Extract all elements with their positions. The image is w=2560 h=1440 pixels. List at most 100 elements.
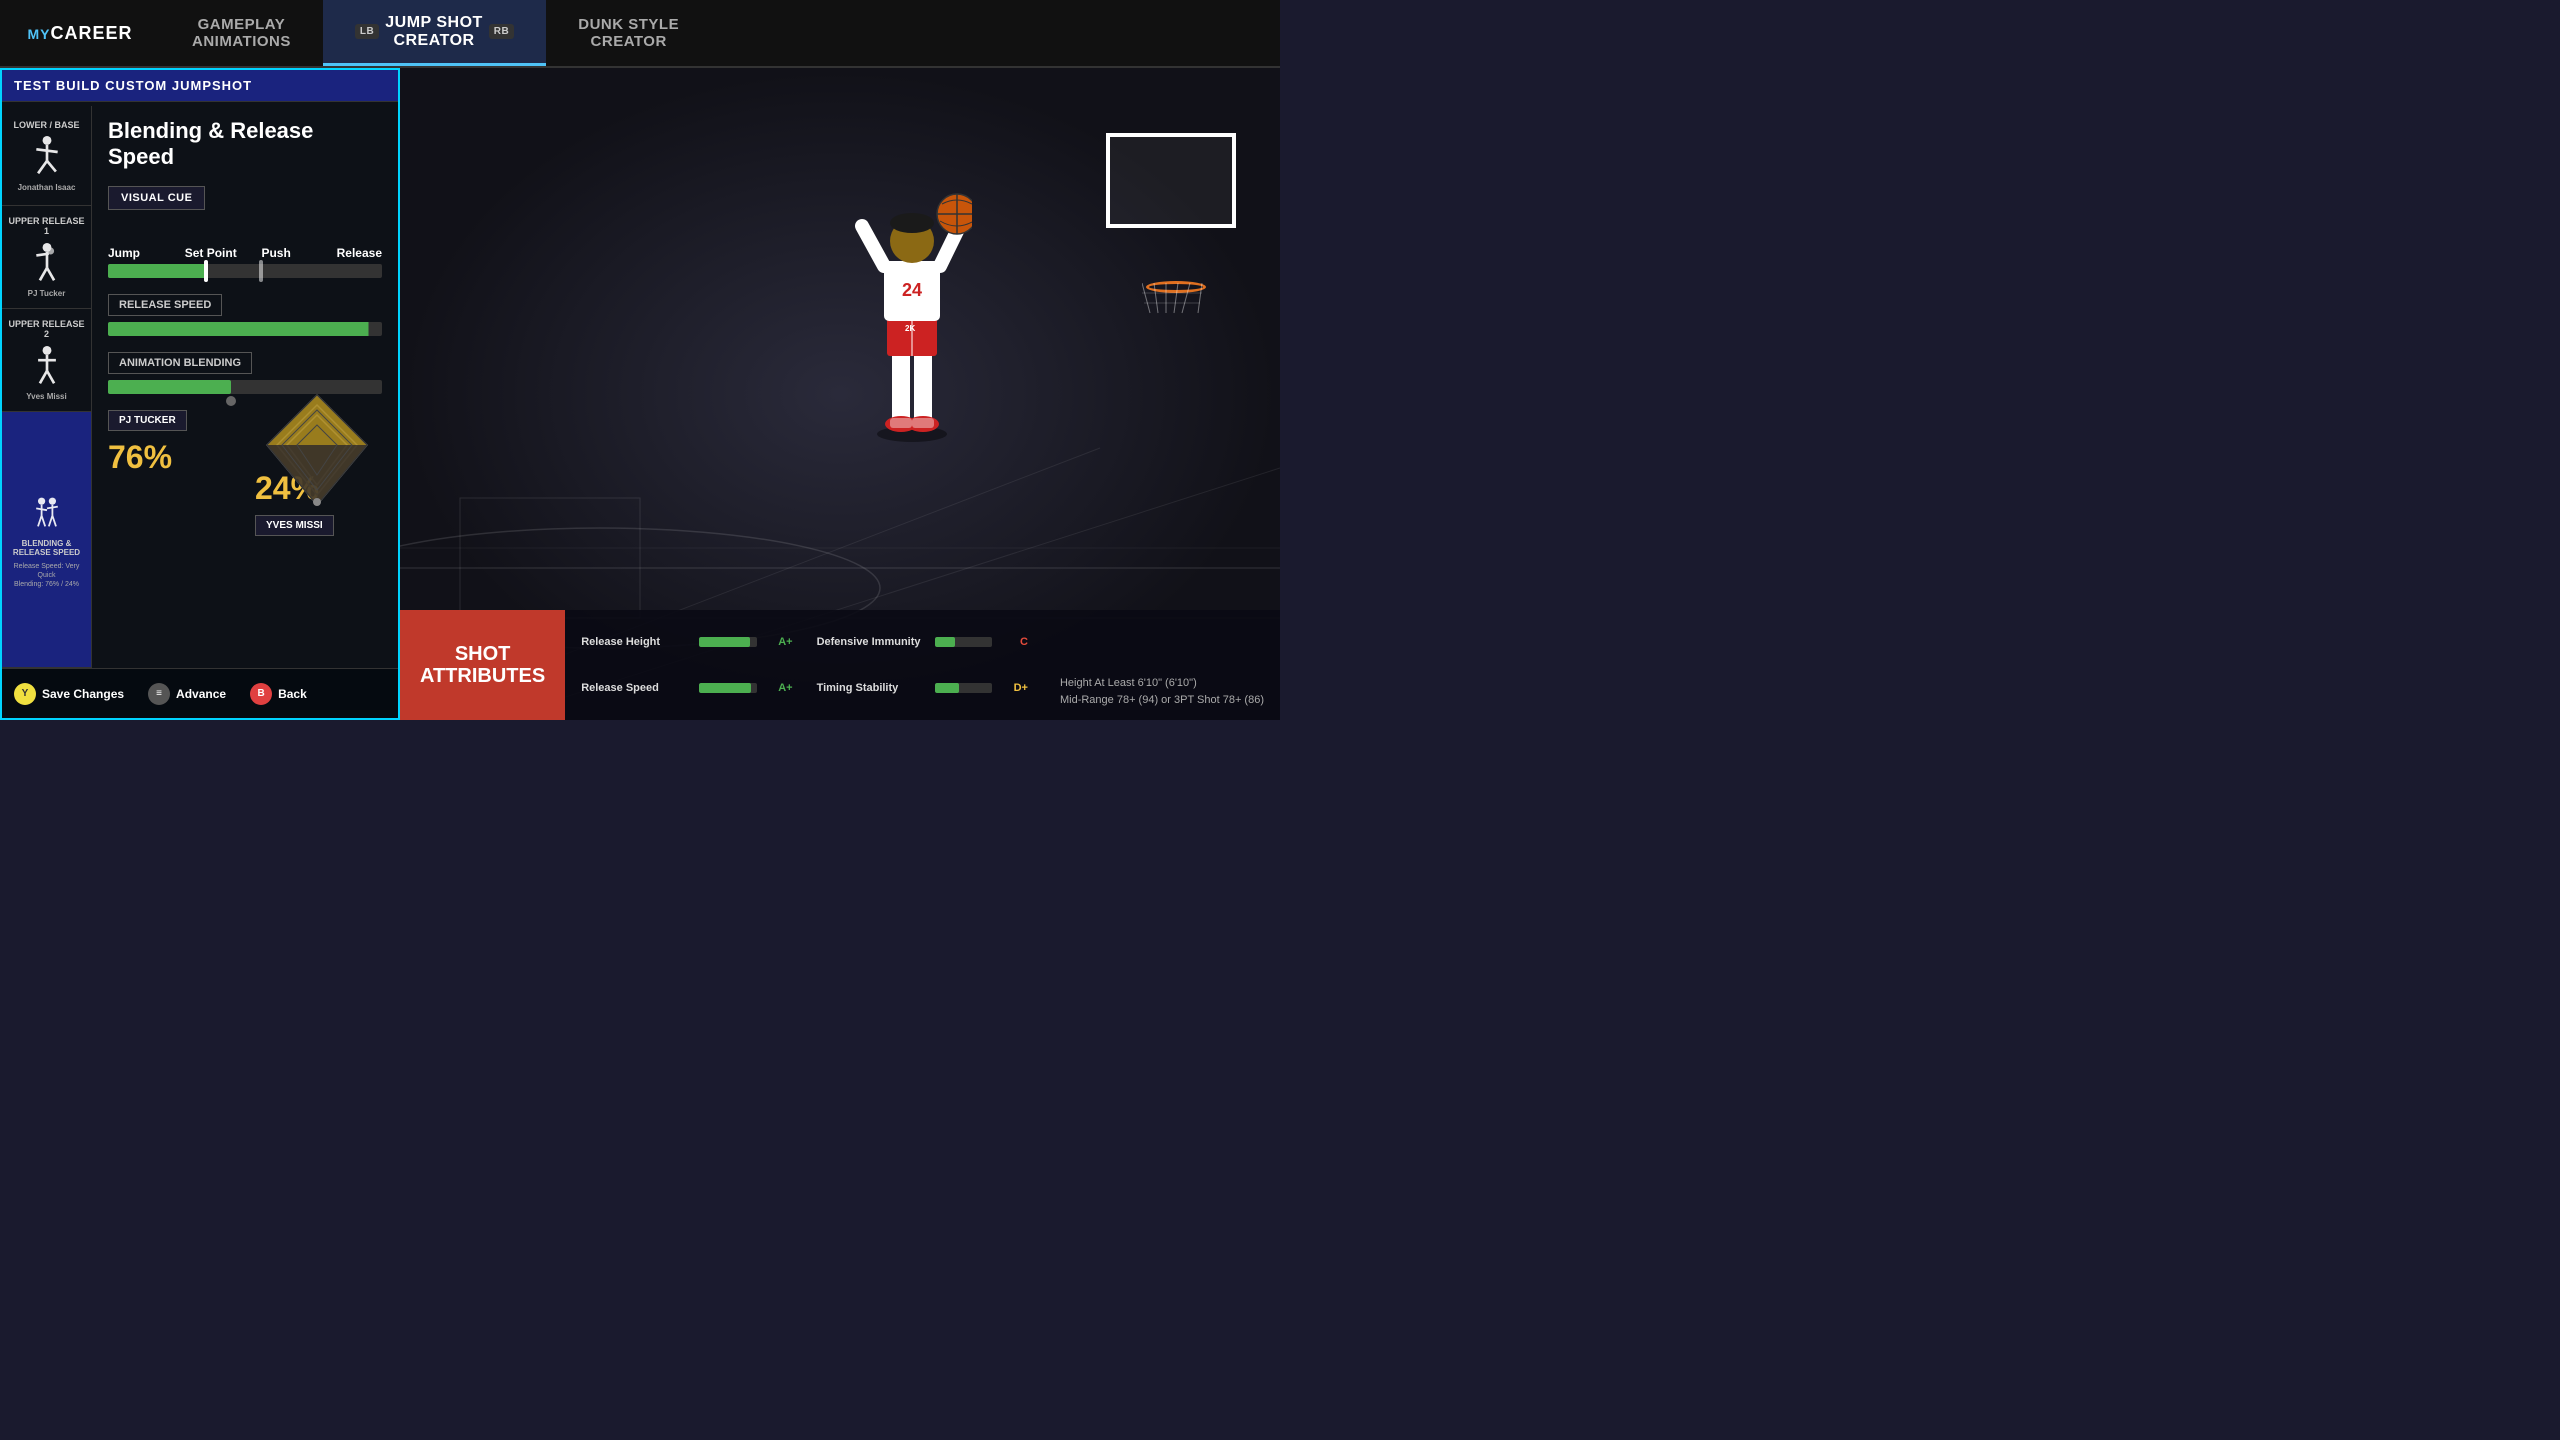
visual-cue-row: VISUAL CUE [108, 186, 382, 230]
main-layout: TEST BUILD CUSTOM JUMPSHOT Lower / Base … [0, 68, 1280, 720]
svg-text:2K: 2K [905, 324, 915, 333]
jump-release-fill [108, 264, 207, 278]
release-height-grade: A+ [765, 636, 793, 648]
content-area: Blending & Release Speed VISUAL CUE Jump… [92, 102, 398, 718]
release-speed-bar [699, 683, 756, 693]
timing-stability-fill [935, 683, 959, 693]
panel-title: TEST BUILD CUSTOM JUMPSHOT [2, 70, 398, 102]
upper-release-1-icon [27, 240, 67, 285]
hoop-net [1142, 283, 1208, 318]
release-speed-row: Release Speed A+ [581, 668, 792, 708]
defensive-immunity-label: Defensive Immunity [817, 636, 927, 648]
release-speed-section: RELEASE SPEED [108, 294, 382, 336]
blend-player-1: PJ TUCKER 76% [108, 410, 235, 544]
timing-stability-bar [935, 683, 992, 693]
shot-attributes-panel: SHOTATTRIBUTES Release Height A+ Defensi… [400, 610, 1280, 720]
timing-stability-grade: D+ [1000, 682, 1028, 694]
defensive-immunity-bar [935, 637, 992, 647]
tab-dunk[interactable]: Dunk StyleCreator [546, 0, 711, 66]
blending-card-label: Blending & Release Speed [7, 539, 86, 558]
save-changes-label: Save Changes [42, 687, 124, 701]
release-height-bar [699, 637, 756, 647]
animation-blending-label: ANIMATION BLENDING [108, 352, 252, 374]
footer-line2: Mid-Range 78+ (94) or 3PT Shot 78+ (86) [1060, 692, 1264, 709]
shot-attributes-grid: Release Height A+ Defensive Immunity C R… [565, 610, 1044, 720]
release-speed-grade: A+ [765, 682, 793, 694]
blend-dot [226, 396, 236, 406]
tab-gameplay[interactable]: GameplayAnimations [160, 0, 323, 66]
mycareer-logo: myCAREER [0, 0, 160, 66]
sidebar-card-lower-base[interactable]: Lower / Base Jonathan Isaac [2, 106, 91, 206]
content-title: Blending & Release Speed [108, 118, 382, 170]
visual-cue-button[interactable]: VISUAL CUE [108, 186, 205, 210]
sidebar-label-lower-base: Lower / Base [13, 120, 79, 130]
footer-line1: Height At Least 6'10" (6'10") [1060, 675, 1264, 692]
jump-label: Jump [108, 246, 140, 260]
player1-badge: PJ TUCKER [108, 410, 187, 431]
defensive-immunity-row: Defensive Immunity C [817, 622, 1028, 662]
upper-release-2-icon [27, 343, 67, 388]
sidebar-player-upper-release-1: PJ Tucker [28, 289, 66, 298]
animation-blending-section: ANIMATION BLENDING [108, 352, 382, 394]
advance-label: Advance [176, 687, 226, 701]
defensive-immunity-grade: C [1000, 636, 1028, 648]
jump-release-track[interactable] [108, 264, 382, 278]
save-changes-action[interactable]: Y Save Changes [14, 683, 124, 705]
left-panel: TEST BUILD CUSTOM JUMPSHOT Lower / Base … [0, 68, 400, 720]
diamond-graphic [262, 390, 372, 515]
player2-badge: YVES MISSI [255, 515, 334, 536]
tab-jumpshot-label: Jump ShotCreator [385, 14, 483, 50]
sidebar-card-blending[interactable]: Blending & Release Speed Release Speed: … [2, 412, 91, 668]
blend-fill [108, 380, 231, 394]
jump-release-slider-section: Jump Set Point Push Release [108, 246, 382, 278]
back-action[interactable]: B Back [250, 683, 307, 705]
release-height-label: Release Height [581, 636, 691, 648]
tab-dunk-label: Dunk StyleCreator [578, 16, 679, 50]
sidebar-player-lower-base: Jonathan Isaac [18, 183, 76, 192]
release-label: Release [337, 246, 382, 260]
rb-badge: RB [489, 24, 514, 39]
release-speed-fill-attr [699, 683, 751, 693]
lb-badge: LB [355, 24, 379, 39]
sidebar-label-upper-release-1: Upper Release 1 [7, 216, 86, 236]
bottom-bar: Y Save Changes ≡ Advance B Back [2, 668, 398, 718]
logo-text: myCAREER [27, 23, 132, 44]
timing-stability-row: Timing Stability D+ [817, 668, 1028, 708]
menu-button-icon: ≡ [148, 683, 170, 705]
release-speed-label-attr: Release Speed [581, 682, 691, 694]
top-nav: myCAREER GameplayAnimations LB Jump Shot… [0, 0, 1280, 68]
advance-action[interactable]: ≡ Advance [148, 683, 226, 705]
set-point-thumb [204, 260, 208, 282]
push-label: Push [261, 246, 290, 260]
release-speed-track[interactable] [108, 322, 382, 336]
svg-text:24: 24 [902, 280, 922, 300]
y-button-icon: Y [14, 683, 36, 705]
back-label: Back [278, 687, 307, 701]
release-height-fill [699, 637, 750, 647]
lower-base-icon [27, 134, 67, 179]
set-point-label: Set Point [185, 246, 237, 260]
release-height-row: Release Height A+ [581, 622, 792, 662]
blending-icon [27, 490, 67, 535]
shot-attributes-label: SHOTATTRIBUTES [400, 610, 565, 720]
blend-players: PJ TUCKER 76% 24% YVES MISSI [108, 410, 382, 544]
right-panel: 24 [400, 68, 1280, 720]
hoop-container [1036, 133, 1236, 333]
sidebar-card-upper-release-2[interactable]: Upper Release 2 Yves Missi [2, 309, 91, 412]
b-button-icon: B [250, 683, 272, 705]
sidebar-cards: Lower / Base Jonathan Isaac Upper Releas… [2, 106, 92, 668]
player-figure: 24 [852, 166, 972, 446]
release-speed-label: RELEASE SPEED [108, 294, 222, 316]
timing-stability-label: Timing Stability [817, 682, 927, 694]
sidebar-label-upper-release-2: Upper Release 2 [7, 319, 86, 339]
player1-pct: 76% [108, 439, 235, 476]
sidebar-card-upper-release-1[interactable]: Upper Release 1 PJ Tucker [2, 206, 91, 309]
shot-attributes-footer: Height At Least 6'10" (6'10") Mid-Range … [1044, 610, 1280, 720]
hoop-backboard [1106, 133, 1236, 228]
sidebar-player-upper-release-2: Yves Missi [26, 392, 66, 401]
defensive-immunity-fill [935, 637, 955, 647]
blending-card-sublabel: Release Speed: Very QuickBlending: 76% /… [7, 562, 86, 589]
tab-jumpshot[interactable]: LB Jump ShotCreator RB [323, 0, 546, 66]
push-thumb [259, 260, 263, 282]
tab-gameplay-label: GameplayAnimations [192, 16, 291, 50]
